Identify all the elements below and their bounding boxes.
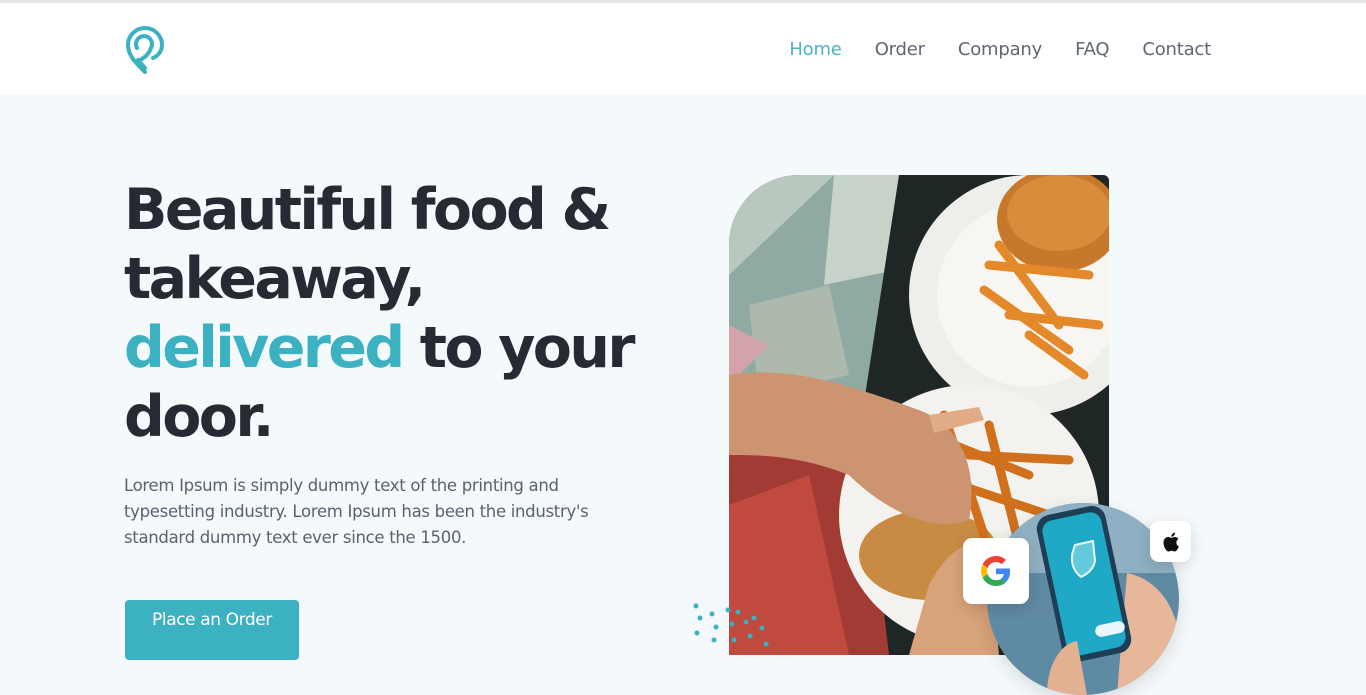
nav-contact-link[interactable]: Contact <box>1142 39 1211 60</box>
main-nav: Home Order Company FAQ Contact <box>789 39 1211 60</box>
google-badge[interactable] <box>963 538 1029 604</box>
nav-faq-link[interactable]: FAQ <box>1075 39 1109 60</box>
hero-title-accent: delivered <box>124 315 405 381</box>
decorative-dots <box>693 603 769 647</box>
hero-title-line4: door. <box>124 384 274 450</box>
place-order-button[interactable]: Place an Order <box>125 600 299 660</box>
nav-order-link[interactable]: Order <box>875 39 925 60</box>
apple-icon <box>1162 532 1179 551</box>
hero-title-line2: takeaway, <box>124 246 426 312</box>
nav-company-link[interactable]: Company <box>958 39 1042 60</box>
hero-title: Beautiful food & takeaway, delivered to yo… <box>124 176 644 452</box>
google-icon <box>981 556 1011 586</box>
hero-title-line1: Beautiful food & <box>124 177 611 243</box>
nav-home-link[interactable]: Home <box>789 39 842 60</box>
hero-title-line3: to your <box>402 315 636 381</box>
hero-description: Lorem Ipsum is simply dummy text of the … <box>124 476 589 547</box>
apple-badge[interactable] <box>1150 521 1191 562</box>
site-header: Home Order Company FAQ Contact <box>0 3 1366 95</box>
location-pin-logo-icon[interactable] <box>124 24 166 76</box>
